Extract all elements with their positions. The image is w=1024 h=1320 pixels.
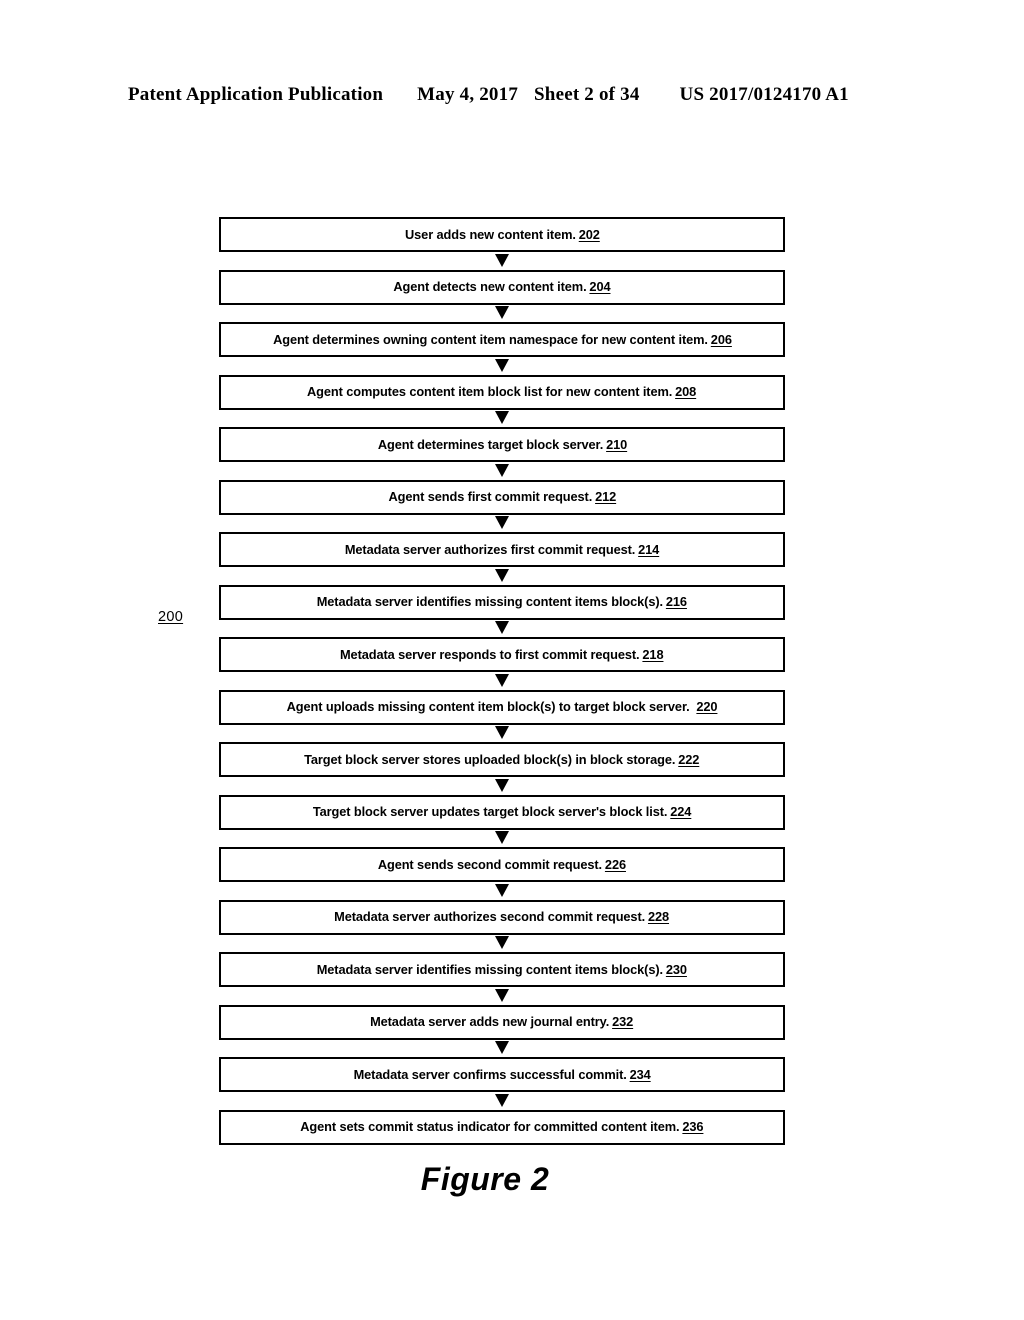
flow-step-label: Metadata server adds new journal entry. 2…: [370, 1014, 634, 1030]
flow-step-reference-numeral: 206: [710, 331, 732, 347]
page-header: Patent Application Publication May 4, 20…: [128, 84, 888, 106]
flow-step-label: Agent determines target block server. 210: [377, 436, 627, 452]
flow-arrow-down-icon: [495, 358, 509, 372]
flow-step-208: Agent computes content item block list f…: [219, 374, 785, 424]
flow-step-label: Metadata server identifies missing conte…: [316, 594, 688, 610]
flow-arrow-down-icon: [495, 988, 509, 1002]
flow-arrow-down-icon: [495, 621, 509, 634]
flow-step-label: Agent determines owning content item nam…: [272, 331, 732, 347]
flow-step-reference-numeral: 202: [578, 226, 600, 242]
flow-step-224: Target block server updates target block…: [219, 794, 785, 844]
flow-step-206: Agent determines owning content item nam…: [219, 322, 785, 372]
flow-step-212: Agent sends first commit request. 212: [219, 479, 785, 529]
flow-step-label: Metadata server identifies missing conte…: [316, 961, 688, 977]
flow-arrow-down-icon: [495, 673, 509, 687]
flow-step-label: Agent uploads missing content item block…: [286, 699, 718, 715]
flow-step-reference-numeral: 218: [642, 646, 664, 662]
flow-step-reference-numeral: 204: [589, 279, 611, 295]
flow-step-reference-numeral: 232: [612, 1014, 634, 1030]
flow-step-label: Agent computes content item block list f…: [307, 384, 697, 400]
flow-step-234: Metadata server confirms successful comm…: [219, 1057, 785, 1107]
flow-step-230: Metadata server identifies missing conte…: [219, 952, 785, 1002]
flow-arrow-down-icon: [495, 411, 509, 424]
flow-arrow-down-icon: [495, 516, 509, 529]
flow-step-reference-numeral: 236: [682, 1119, 704, 1135]
flow-step-label: Agent sets commit status indicator for c…: [300, 1119, 704, 1135]
flow-step-label: Metadata server authorizes first commit …: [344, 541, 660, 557]
flow-arrow-down-icon: [495, 1041, 509, 1054]
flow-step-202: User adds new content item. 202: [219, 217, 785, 267]
flow-step-reference-numeral: 222: [678, 751, 700, 767]
flow-arrow-down-icon: [495, 936, 509, 949]
flow-step-reference-numeral: 226: [605, 856, 627, 872]
header-sheet-label: Sheet 2 of 34: [534, 84, 640, 105]
flow-step-label: User adds new content item. 202: [404, 226, 600, 242]
flow-step-218: Metadata server responds to first commit…: [219, 637, 785, 687]
flow-step-reference-numeral: 220: [696, 699, 718, 715]
header-document-number: US 2017/0124170 A1: [679, 84, 849, 105]
header-date-label: May 4, 2017: [417, 84, 519, 105]
flow-step-label: Agent sends second commit request. 226: [377, 856, 627, 872]
header-publication-label: Patent Application Publication: [128, 84, 384, 105]
flow-step-reference-numeral: 216: [666, 594, 688, 610]
flow-step-reference-numeral: 224: [670, 804, 692, 820]
flow-arrow-down-icon: [495, 568, 509, 582]
flow-step-228: Metadata server authorizes second commit…: [219, 899, 785, 949]
flow-step-220: Agent uploads missing content item block…: [219, 689, 785, 739]
flow-step-222: Target block server stores uploaded bloc…: [219, 742, 785, 792]
flow-step-236: Agent sets commit status indicator for c…: [219, 1109, 785, 1145]
flow-step-label: Agent detects new content item. 204: [393, 279, 611, 295]
flow-arrow-down-icon: [495, 306, 509, 319]
flowchart-diagram: User adds new content item. 202 Agent dete…: [219, 217, 785, 1145]
flow-arrow-down-icon: [495, 831, 509, 844]
flow-step-label: Metadata server confirms successful comm…: [353, 1066, 651, 1082]
flow-step-reference-numeral: 212: [594, 489, 616, 505]
flow-step-210: Agent determines target block server. 210: [219, 427, 785, 477]
flow-arrow-down-icon: [495, 463, 509, 477]
diagram-reference-numeral: 200: [158, 609, 184, 625]
flow-step-216: Metadata server identifies missing conte…: [219, 584, 785, 634]
flow-arrow-down-icon: [495, 883, 509, 897]
flow-step-232: Metadata server adds new journal entry. 2…: [219, 1004, 785, 1054]
flow-step-204: Agent detects new content item. 204: [219, 269, 785, 319]
flow-step-reference-numeral: 234: [629, 1066, 651, 1082]
flow-step-reference-numeral: 214: [638, 541, 660, 557]
flow-step-reference-numeral: 230: [666, 961, 688, 977]
flow-step-label: Metadata server responds to first commit…: [340, 646, 664, 662]
flow-step-226: Agent sends second commit request. 226: [219, 847, 785, 897]
figure-caption: Figure 2: [420, 1161, 550, 1197]
flow-step-214: Metadata server authorizes first commit …: [219, 532, 785, 582]
flow-arrow-down-icon: [495, 1093, 509, 1107]
flow-step-reference-numeral: 210: [605, 436, 627, 452]
flow-step-label: Metadata server authorizes second commit…: [334, 909, 670, 925]
flow-arrow-down-icon: [495, 253, 509, 267]
flow-step-reference-numeral: 228: [648, 909, 670, 925]
flow-step-label: Agent sends first commit request. 212: [388, 489, 616, 505]
flow-step-label: Target block server updates target block…: [312, 804, 692, 820]
flow-arrow-down-icon: [495, 778, 509, 792]
flow-step-reference-numeral: 208: [675, 384, 697, 400]
flow-step-label: Target block server stores uploaded bloc…: [304, 751, 700, 767]
flow-arrow-down-icon: [495, 726, 509, 739]
